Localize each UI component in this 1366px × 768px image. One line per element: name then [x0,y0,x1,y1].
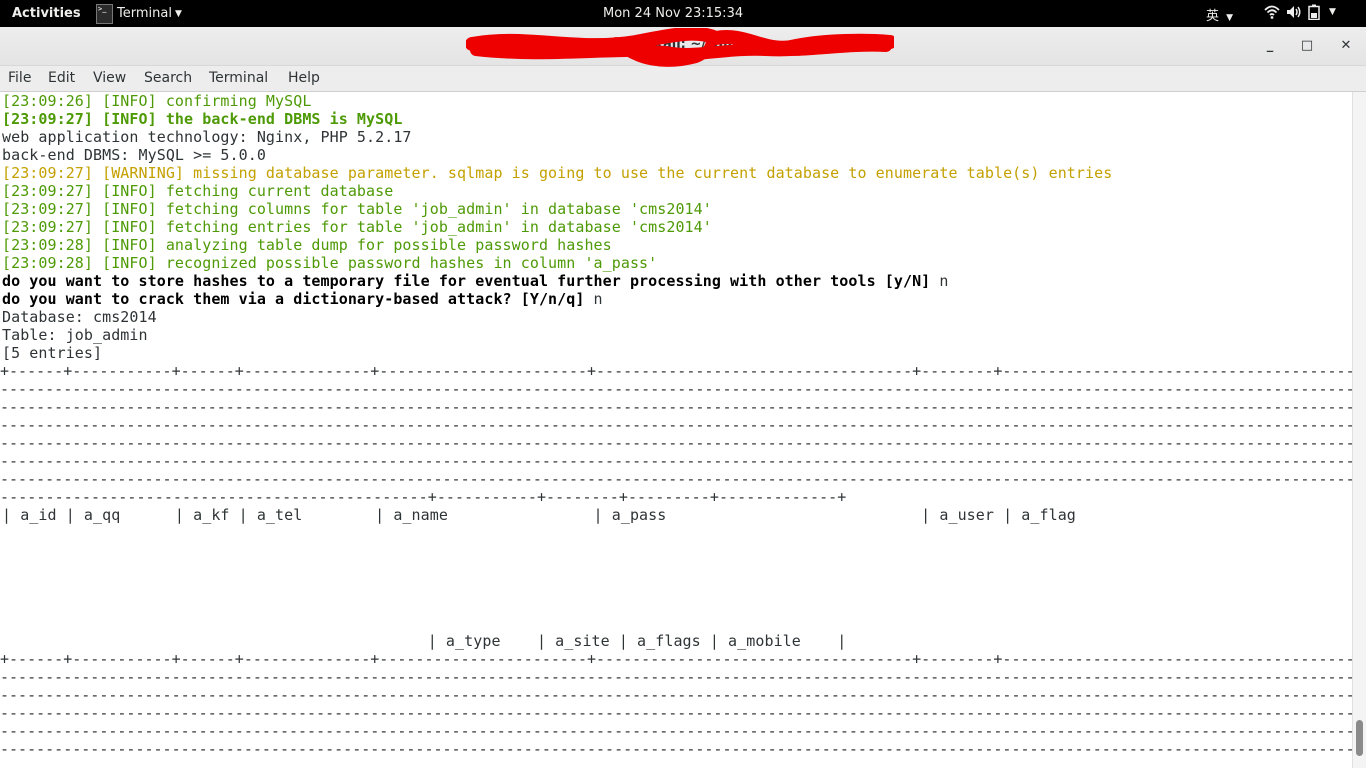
log-line: web application technology: Nginx, PHP 5… [2,128,412,146]
wifi-icon [1264,5,1280,19]
terminal-scrollbar[interactable] [1352,92,1366,768]
minimize-button[interactable]: _ [1260,36,1280,56]
activities-button[interactable]: Activities [12,6,81,21]
prompt-question: do you want to crack them via a dictiona… [2,290,585,308]
menu-help[interactable]: Help [288,70,320,86]
log-line: [23:09:27] [INFO] fetching entries for t… [2,218,712,236]
table-border-wrap: ----------------------------------------… [0,452,1352,470]
table-header-row-tail: | a_type | a_site | a_flags | a_mobile | [0,632,847,650]
battery-icon [1308,4,1320,20]
top-bar: Activities >_ Terminal ▼ Mon 24 Nov 23:1… [0,0,1366,27]
input-method-label: 英 [1206,9,1220,24]
chevron-down-icon: ▼ [1226,13,1234,23]
log-line: [23:09:27] [INFO] the back-end DBMS is M… [2,110,403,128]
table-border-wrap: ----------------------------------------… [0,668,1352,686]
table-border-separator: +------+-----------+------+-------------… [0,650,1352,668]
table-line: Table: job_admin [2,326,148,344]
prompt-answer: n [930,272,949,290]
terminal-app-icon: >_ [96,3,113,24]
menu-terminal[interactable]: Terminal [209,70,268,86]
menu-search[interactable]: Search [144,70,192,86]
database-line: Database: cms2014 [2,308,157,326]
prompt-question: do you want to store hashes to a tempora… [2,272,931,290]
volume-icon [1287,6,1301,18]
clock[interactable]: Mon 24 Nov 23:15:34 [603,6,743,21]
menu-view[interactable]: View [93,70,126,86]
table-border-tail: ----------------------------------------… [0,488,847,506]
redaction-scribble [466,28,894,67]
prompt-answer: n [584,290,603,308]
table-border-wrap: ----------------------------------------… [0,416,1352,434]
table-border-wrap: ----------------------------------------… [0,380,1352,398]
prompt-line: do you want to store hashes to a tempora… [2,272,948,290]
chevron-down-icon: ▼ [174,8,182,19]
menu-edit[interactable]: Edit [48,70,75,86]
log-line: back-end DBMS: MySQL >= 5.0.0 [2,146,266,164]
app-menu-label: Terminal [117,6,172,21]
log-line: [23:09:28] [INFO] analyzing table dump f… [2,236,612,254]
app-menu[interactable]: >_ Terminal ▼ [96,0,182,27]
chevron-down-icon: ▼ [1329,7,1336,17]
terminal-output[interactable]: [23:09:26] [INFO] confirming MySQL [23:0… [0,92,1352,768]
close-button[interactable]: ✕ [1336,36,1356,56]
log-line: [23:09:28] [INFO] recognized possible pa… [2,254,658,272]
table-border-wrap: ----------------------------------------… [0,704,1352,722]
table-header-row: | a_id | a_qq | a_kf | a_tel | a_name | … [2,506,1076,524]
log-line: [23:09:27] [INFO] fetching columns for t… [2,200,712,218]
entries-line: [5 entries] [2,344,103,362]
input-method-indicator[interactable]: 英 ▼ [1206,5,1233,24]
table-border-wrap: ----------------------------------------… [0,740,1352,758]
table-border-wrap: ----------------------------------------… [0,686,1352,704]
menu-file[interactable]: File [8,70,31,86]
log-line-warning: [23:09:27] [WARNING] missing database pa… [2,164,1113,182]
table-border-wrap: ----------------------------------------… [0,398,1352,416]
scrollbar-thumb[interactable] [1356,720,1363,756]
maximize-button[interactable]: □ [1297,36,1317,56]
system-tray[interactable]: ▼ [1264,4,1336,20]
table-border-wrap: ----------------------------------------… [0,434,1352,452]
table-border-wrap: ----------------------------------------… [0,470,1352,488]
prompt-line: do you want to crack them via a dictiona… [2,290,603,308]
table-border-top: +------+-----------+------+-------------… [0,362,1352,380]
log-line: [23:09:27] [INFO] fetching current datab… [2,182,394,200]
log-line: [23:09:26] [INFO] confirming MySQL [2,92,312,110]
table-border-wrap: ----------------------------------------… [0,722,1352,740]
